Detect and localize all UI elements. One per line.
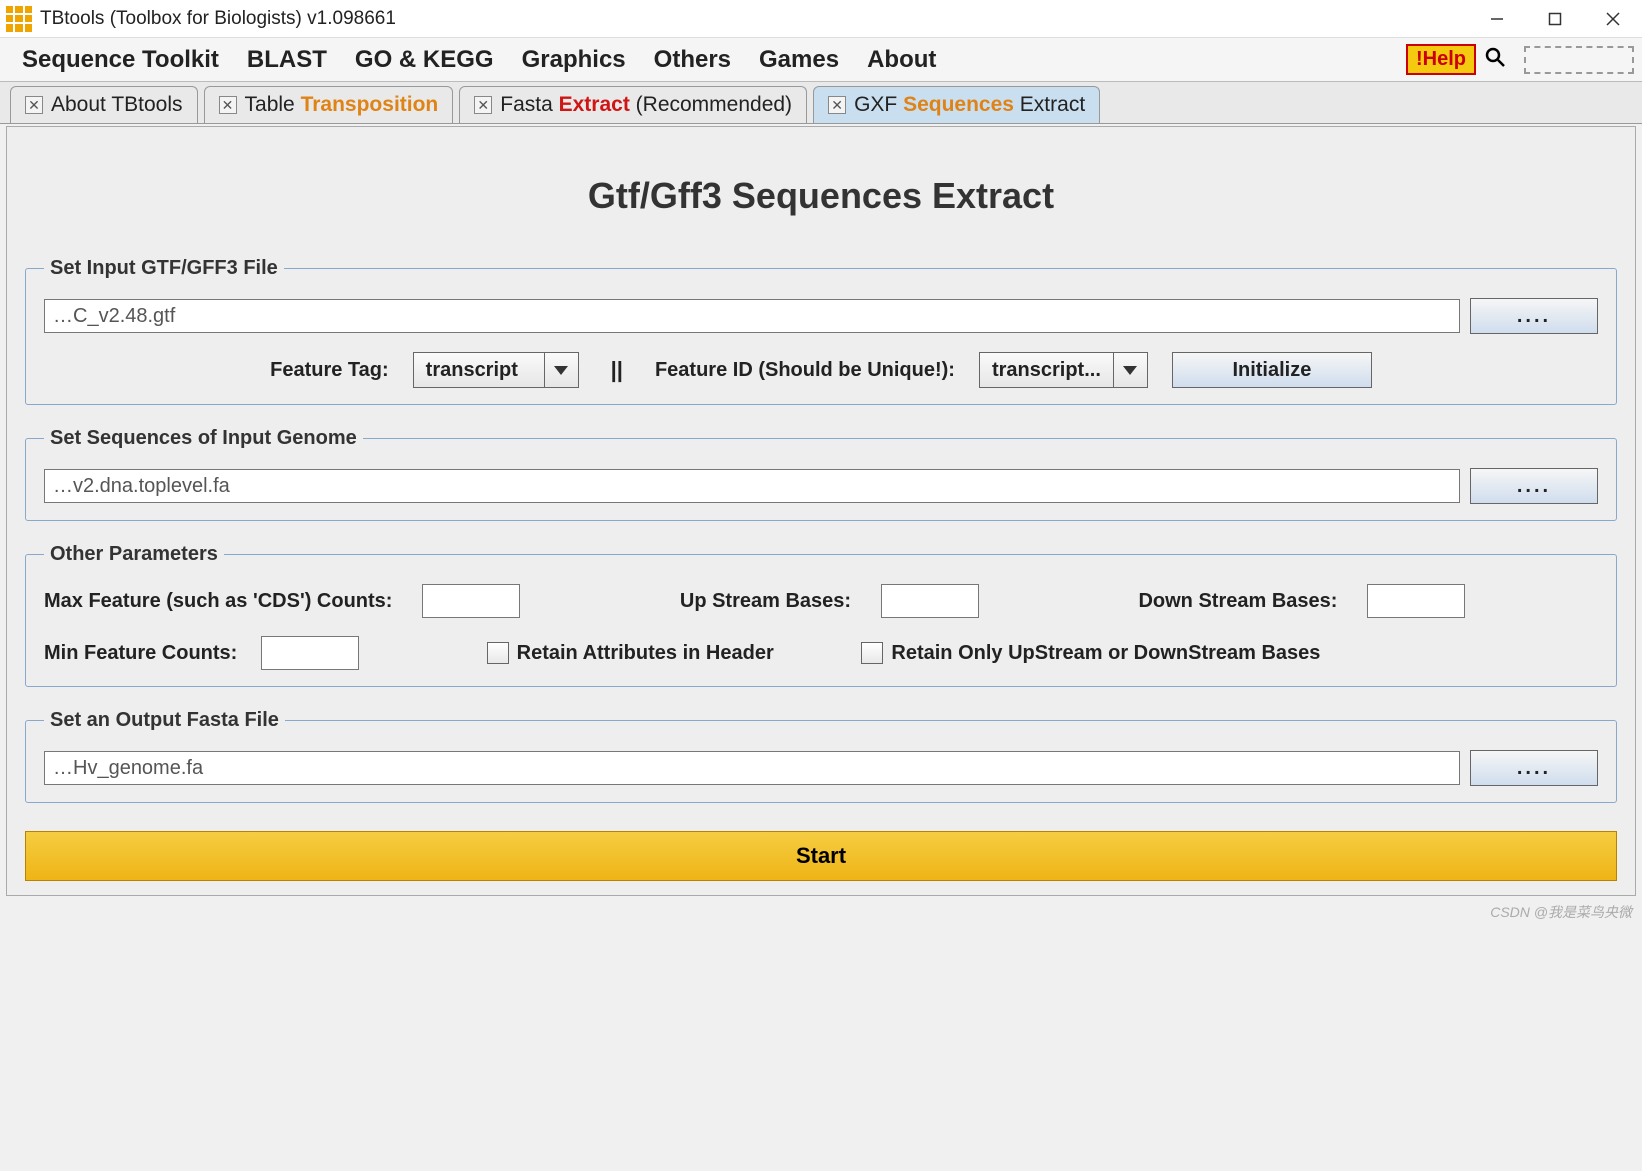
page-title: Gtf/Gff3 Sequences Extract (25, 175, 1617, 217)
tab-2[interactable]: ✕ Fasta Extract (Recommended) (459, 86, 807, 123)
feature-id-select[interactable]: transcript... (979, 352, 1148, 388)
down-stream-field[interactable] (1367, 584, 1465, 618)
menu-graphics[interactable]: Graphics (508, 42, 640, 78)
retain-only-label: Retain Only UpStream or DownStream Bases (891, 642, 1320, 665)
maximize-button[interactable] (1526, 0, 1584, 38)
group-input-gtf-legend: Set Input GTF/GFF3 File (44, 257, 284, 280)
initialize-button[interactable]: Initialize (1172, 352, 1372, 388)
menu-games[interactable]: Games (745, 42, 853, 78)
checkbox-icon (861, 642, 883, 664)
retain-attr-label: Retain Attributes in Header (517, 642, 774, 665)
tab-0[interactable]: ✕ About TBtools (10, 86, 198, 123)
close-window-button[interactable] (1584, 0, 1642, 38)
tab-1[interactable]: ✕ Table Transposition (204, 86, 454, 123)
feature-tag-label: Feature Tag: (270, 359, 389, 382)
down-stream-label: Down Stream Bases: (1138, 590, 1337, 613)
group-other-params: Other Parameters Max Feature (such as 'C… (25, 543, 1617, 687)
feature-tag-select[interactable]: transcript (413, 352, 579, 388)
up-stream-label: Up Stream Bases: (680, 590, 851, 613)
close-icon[interactable]: ✕ (25, 96, 43, 114)
close-icon[interactable]: ✕ (219, 96, 237, 114)
input-genome-file-field[interactable] (44, 469, 1460, 503)
group-input-gtf: Set Input GTF/GFF3 File .... Feature Tag… (25, 257, 1617, 405)
group-other-params-legend: Other Parameters (44, 543, 224, 566)
watermark: CSDN @我是菜鸟央微 (0, 900, 1642, 924)
menu-about[interactable]: About (853, 42, 950, 78)
menu-blast[interactable]: BLAST (233, 42, 341, 78)
help-button[interactable]: !Help (1406, 44, 1476, 75)
max-feature-field[interactable] (422, 584, 520, 618)
group-output-fasta-legend: Set an Output Fasta File (44, 709, 285, 732)
feature-id-label: Feature ID (Should be Unique!): (655, 359, 955, 382)
tab-label: About TBtools (51, 93, 183, 117)
minimize-button[interactable] (1468, 0, 1526, 38)
close-icon[interactable]: ✕ (828, 96, 846, 114)
tab-label: Fasta Extract (Recommended) (500, 93, 792, 117)
tab-3[interactable]: ✕ GXF Sequences Extract (813, 86, 1100, 123)
input-gtf-file-field[interactable] (44, 299, 1460, 333)
divider-pipe: || (603, 357, 631, 383)
search-icon[interactable] (1484, 46, 1506, 74)
retain-attr-checkbox[interactable]: Retain Attributes in Header (487, 642, 774, 665)
retain-only-checkbox[interactable]: Retain Only UpStream or DownStream Bases (861, 642, 1320, 665)
tabs-bar: ✕ About TBtools ✕ Table Transposition ✕ Fasta… (0, 82, 1642, 124)
menu-sequence-toolkit[interactable]: Sequence Toolkit (8, 42, 233, 78)
group-output-fasta: Set an Output Fasta File .... (25, 709, 1617, 803)
max-feature-label: Max Feature (such as 'CDS') Counts: (44, 590, 392, 613)
chevron-down-icon (1113, 353, 1147, 387)
menu-go-kegg[interactable]: GO & KEGG (341, 42, 508, 78)
feature-tag-value: transcript (414, 353, 544, 387)
group-input-genome-legend: Set Sequences of Input Genome (44, 427, 363, 450)
min-feature-field[interactable] (261, 636, 359, 670)
tab-label: GXF Sequences Extract (854, 93, 1085, 117)
window-title-bar: TBtools (Toolbox for Biologists) v1.0986… (0, 0, 1642, 38)
start-button[interactable]: Start (25, 831, 1617, 881)
tab-label: Table Transposition (245, 93, 439, 117)
feature-id-value: transcript... (980, 353, 1113, 387)
menu-others[interactable]: Others (640, 42, 745, 78)
chevron-down-icon (544, 353, 578, 387)
window-title: TBtools (Toolbox for Biologists) v1.0986… (40, 8, 396, 30)
app-icon (6, 6, 32, 32)
menu-bar: Sequence Toolkit BLAST GO & KEGG Graphic… (0, 38, 1642, 82)
close-icon[interactable]: ✕ (474, 96, 492, 114)
browse-genome-button[interactable]: .... (1470, 468, 1598, 504)
up-stream-field[interactable] (881, 584, 979, 618)
drop-zone[interactable] (1524, 46, 1634, 74)
min-feature-label: Min Feature Counts: (44, 642, 237, 665)
browse-gtf-button[interactable]: .... (1470, 298, 1598, 334)
checkbox-icon (487, 642, 509, 664)
output-fasta-file-field[interactable] (44, 751, 1460, 785)
group-input-genome: Set Sequences of Input Genome .... (25, 427, 1617, 521)
main-panel: Gtf/Gff3 Sequences Extract Set Input GTF… (6, 126, 1636, 896)
browse-output-button[interactable]: .... (1470, 750, 1598, 786)
